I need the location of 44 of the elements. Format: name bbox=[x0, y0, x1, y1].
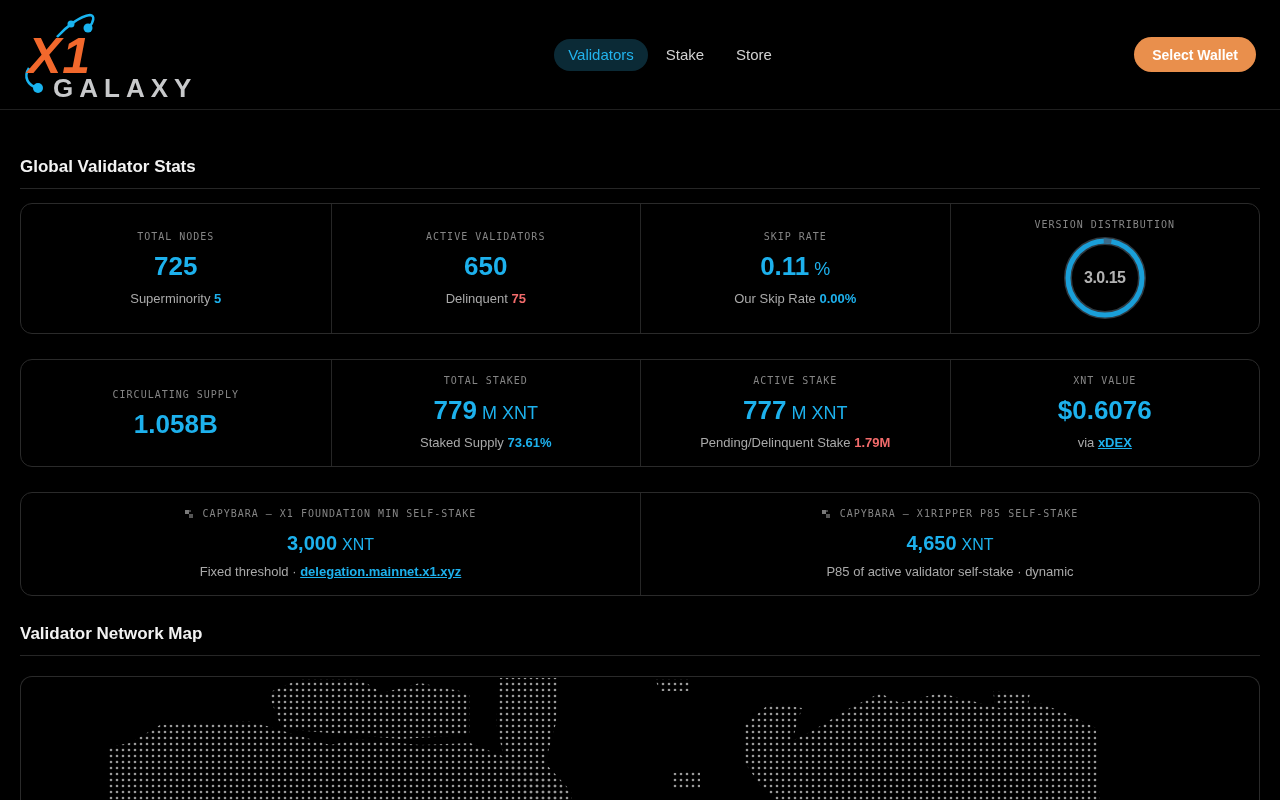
stat-value: 0.11 bbox=[760, 250, 810, 281]
stat-value: 4,650 bbox=[906, 531, 957, 556]
stat-label: CAPYBARA — X1RIPPER P85 SELF-STAKE bbox=[839, 507, 1079, 521]
stat-label: TOTAL NODES bbox=[137, 229, 215, 244]
section-title: Global Validator Stats bbox=[20, 156, 1260, 189]
stat-label: CIRCULATING SUPPLY bbox=[112, 387, 239, 402]
stat-value: 779 bbox=[433, 395, 477, 425]
stat-note: Pending/Delinquent Stake 1.79M bbox=[700, 434, 891, 452]
section-title: Validator Network Map bbox=[20, 623, 1260, 656]
logo-wordmark: GALAXY bbox=[53, 77, 198, 99]
stat-note: Superminority 5 bbox=[130, 289, 222, 308]
stat-value: 1.058B bbox=[133, 408, 218, 439]
stat-label: ACTIVE STAKE bbox=[753, 374, 838, 388]
stat-value: 3,000 bbox=[286, 531, 338, 556]
stat-unit: M XNT bbox=[481, 402, 538, 425]
stat-value: 777 bbox=[743, 395, 787, 425]
stat-value: 725 bbox=[154, 250, 198, 281]
stat-note: Fixed threshold · delegation.mainnet.x1.xyz bbox=[199, 563, 462, 581]
stat-label: CAPYBARA — X1 FOUNDATION MIN SELF-STAKE bbox=[202, 507, 477, 521]
pixel-icon bbox=[184, 510, 193, 518]
stat-note: Delinquent 75 bbox=[445, 289, 526, 308]
stat-value: 650 bbox=[464, 250, 508, 281]
stat-note: Staked Supply 73.61% bbox=[419, 434, 552, 452]
stat-label: SKIP RATE bbox=[763, 229, 827, 244]
stat-label: ACTIVE VALIDATORS bbox=[426, 229, 546, 244]
logo-mark: X1 bbox=[28, 36, 92, 76]
stat-unit: XNT bbox=[342, 535, 375, 555]
version-value: 3.0.15 bbox=[1084, 269, 1126, 287]
stat-label: XNT VALUE bbox=[1073, 374, 1137, 388]
text-link[interactable]: delegation.mainnet.x1.xyz bbox=[300, 564, 462, 579]
stat-label: TOTAL STAKED bbox=[443, 374, 528, 388]
nav-tab[interactable]: Validators bbox=[554, 38, 648, 71]
text-link[interactable]: xDEX bbox=[1097, 435, 1132, 450]
stat-note: Our Skip Rate 0.00% bbox=[734, 289, 857, 308]
stat-value: $0.6076 bbox=[1057, 395, 1152, 425]
pixel-icon bbox=[821, 510, 830, 518]
nav-tab[interactable]: Store bbox=[722, 38, 786, 71]
stat-note: P85 of active validator self-stake · dynamic bbox=[826, 563, 1074, 581]
stat-unit: XNT bbox=[961, 535, 994, 555]
stat-label: VERSION DISTRIBUTION bbox=[1034, 218, 1175, 232]
stat-unit: % bbox=[814, 257, 831, 281]
nav-tab[interactable]: Stake bbox=[651, 38, 719, 71]
stat-note: via xDEX bbox=[1077, 434, 1132, 452]
stat-unit: M XNT bbox=[791, 402, 848, 425]
